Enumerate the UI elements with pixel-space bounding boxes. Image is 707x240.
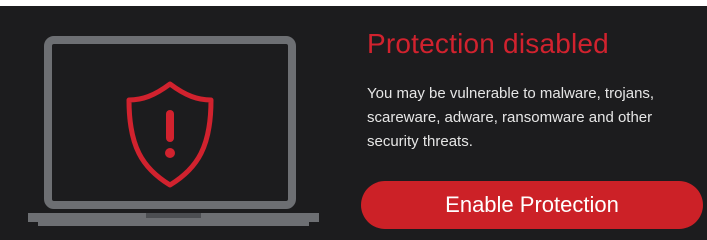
protection-disabled-banner: Protection disabled You may be vulnerabl… bbox=[0, 6, 707, 240]
alert-description: You may be vulnerable to malware, trojan… bbox=[367, 82, 703, 154]
shield-warning-icon bbox=[126, 81, 214, 188]
alert-title: Protection disabled bbox=[367, 28, 609, 59]
alert-description-line: You may be vulnerable to malware, trojan… bbox=[367, 85, 655, 102]
laptop-icon bbox=[28, 34, 319, 229]
enable-protection-button[interactable]: Enable Protection bbox=[361, 181, 703, 229]
alert-description-line: scareware, adware, ransomware and other bbox=[367, 109, 653, 126]
alert-description-line: security threats. bbox=[367, 133, 473, 150]
